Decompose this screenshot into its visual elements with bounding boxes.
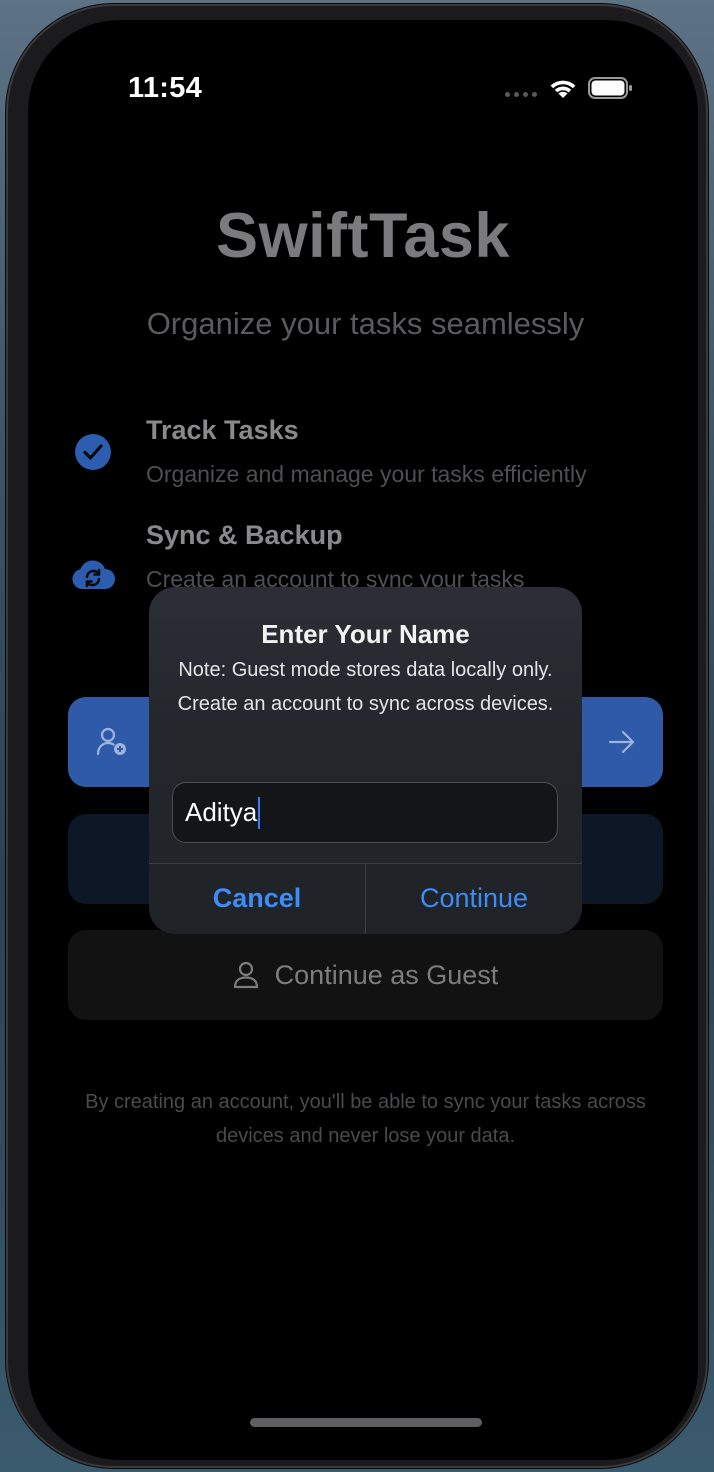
cloud-sync-icon (72, 560, 115, 589)
person-icon (233, 961, 258, 989)
app-title: SwiftTask (216, 201, 510, 271)
device-frame: 11:54 SwiftTask Organize your tasks seam… (6, 4, 708, 1468)
text-cursor (258, 796, 261, 829)
alert-title: Enter Your Name (261, 619, 470, 649)
screen: 11:54 SwiftTask Organize your tasks seam… (28, 20, 698, 1460)
enter-name-alert: Enter Your Name Note: Guest mode stores … (149, 587, 582, 934)
wifi-icon (550, 80, 576, 98)
home-indicator[interactable] (250, 1418, 482, 1427)
feature-title-sync-backup: Sync & Backup (146, 520, 343, 550)
continue-button[interactable]: Continue (366, 863, 582, 934)
cancel-button[interactable]: Cancel (149, 863, 365, 934)
person-add-icon (96, 727, 126, 756)
cellular-signal-icon (505, 92, 537, 97)
app-subtitle: Organize your tasks seamlessly (146, 306, 585, 341)
name-input-value: Aditya (185, 797, 258, 827)
checkmark-circle-icon (75, 434, 111, 470)
arrow-right-icon (608, 730, 635, 754)
status-time: 11:54 (128, 72, 203, 104)
feature-title-track-tasks: Track Tasks (146, 415, 299, 445)
alert-message: Note: Guest mode stores data locally onl… (177, 659, 554, 715)
continue-as-guest-button[interactable]: Continue as Guest (68, 930, 663, 1020)
battery-icon (588, 77, 632, 99)
name-input[interactable]: Aditya (172, 782, 558, 843)
continue-as-guest-label: Continue as Guest (274, 959, 499, 990)
footer-note: By creating an account, you'll be able t… (85, 1091, 646, 1147)
feature-desc-track-tasks: Organize and manage your tasks efficient… (146, 461, 587, 487)
